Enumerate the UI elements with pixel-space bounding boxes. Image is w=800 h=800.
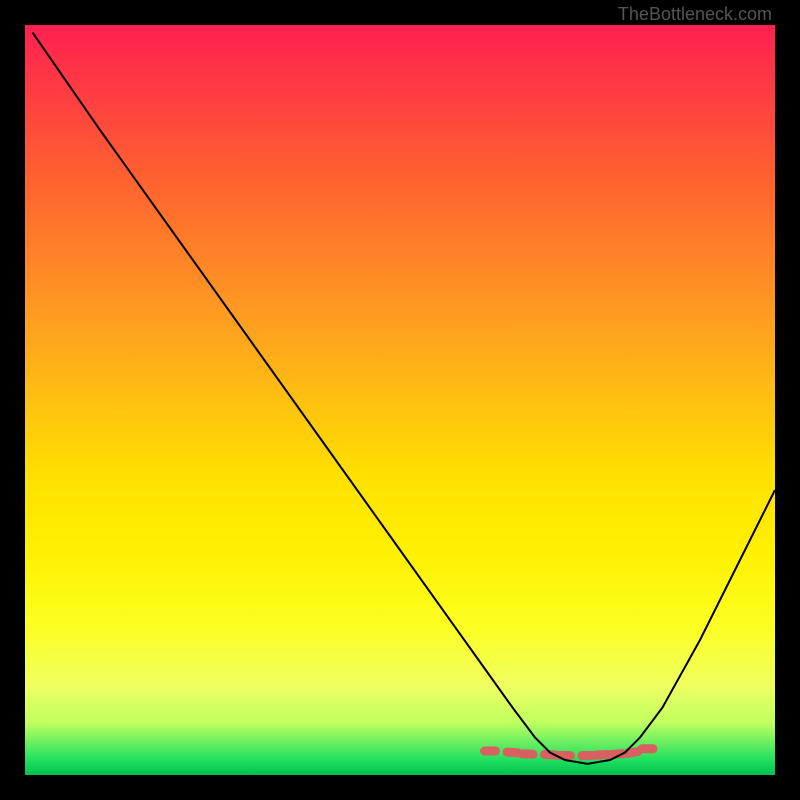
gradient-background	[25, 25, 775, 775]
chart-container	[25, 25, 775, 775]
watermark-text: TheBottleneck.com	[618, 4, 772, 25]
